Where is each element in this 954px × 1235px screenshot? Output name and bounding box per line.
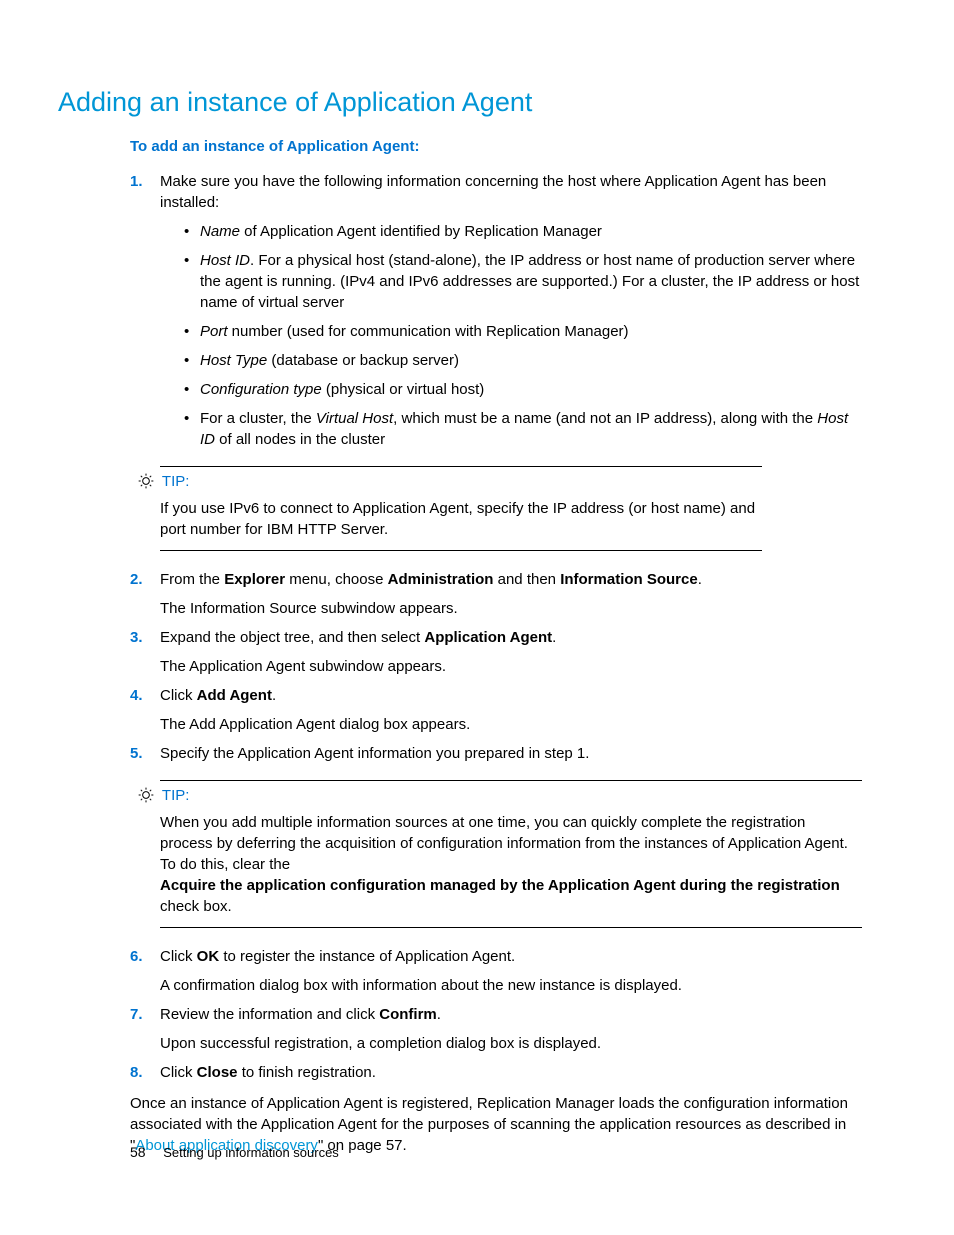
sub-item: Host ID. For a physical host (stand-alon… — [184, 250, 862, 313]
sub-item: Port number (used for communication with… — [184, 321, 862, 342]
step-number: 2. — [130, 569, 143, 590]
tip-rule-top — [160, 780, 862, 781]
desc: (database or backup server) — [267, 352, 459, 369]
step-1: 1. Make sure you have the following info… — [130, 171, 862, 450]
step-text: Make sure you have the following informa… — [160, 171, 862, 213]
mid: , which must be a name (and not an IP ad… — [393, 410, 817, 427]
step-text: Review the information and click Confirm… — [160, 1004, 862, 1025]
step-number: 8. — [130, 1062, 143, 1083]
tip-block-1: TIP: If you use IPv6 to connect to Appli… — [138, 466, 762, 551]
step-number: 6. — [130, 946, 143, 967]
step-4: 4. Click Add Agent. The Add Application … — [130, 685, 862, 735]
page-footer: 58 Setting up information sources — [130, 1143, 339, 1163]
main-ordered-list-cont: 2. From the Explorer menu, choose Admini… — [130, 569, 862, 764]
step-text: Click Close to finish registration. — [160, 1062, 862, 1083]
page-title: Adding an instance of Application Agent — [58, 84, 896, 122]
step-number: 4. — [130, 685, 143, 706]
tip-rule-bottom — [160, 927, 862, 928]
tip-heading: TIP: — [138, 785, 862, 806]
step-text: From the Explorer menu, choose Administr… — [160, 569, 862, 590]
step-3: 3. Expand the object tree, and then sele… — [130, 627, 862, 677]
desc: . For a physical host (stand-alone), the… — [200, 252, 859, 311]
step-sub: The Application Agent subwindow appears. — [160, 656, 862, 677]
post: of all nodes in the cluster — [215, 431, 385, 448]
step-7: 7. Review the information and click Conf… — [130, 1004, 862, 1054]
step-number: 1. — [130, 171, 143, 192]
term: Configuration type — [200, 381, 322, 398]
tip-heading: TIP: — [138, 471, 762, 492]
tip-label: TIP: — [162, 473, 190, 490]
desc: number (used for communication with Repl… — [228, 323, 629, 340]
lightbulb-icon — [138, 787, 154, 803]
pre: For a cluster, the — [200, 410, 316, 427]
intro-line: To add an instance of Application Agent: — [130, 136, 862, 157]
tip-block-2: TIP: When you add multiple information s… — [138, 780, 862, 928]
document-page: Adding an instance of Application Agent … — [0, 0, 954, 1235]
content-body: To add an instance of Application Agent:… — [130, 136, 862, 1156]
tip-body: When you add multiple information source… — [160, 812, 862, 917]
footer-section: Setting up information sources — [163, 1145, 339, 1160]
lightbulb-icon — [138, 473, 154, 489]
sub-item: Host Type (database or backup server) — [184, 350, 862, 371]
term: Name — [200, 223, 240, 240]
step-8: 8. Click Close to finish registration. — [130, 1062, 862, 1083]
step-5: 5. Specify the Application Agent informa… — [130, 743, 862, 764]
step-text: Specify the Application Agent informatio… — [160, 743, 862, 764]
main-ordered-list: 1. Make sure you have the following info… — [130, 171, 862, 450]
term: Port — [200, 323, 228, 340]
sub-item: Configuration type (physical or virtual … — [184, 379, 862, 400]
sub-bullet-list: Name of Application Agent identified by … — [160, 221, 862, 450]
desc: (physical or virtual host) — [322, 381, 485, 398]
step-number: 5. — [130, 743, 143, 764]
tip-rule-bottom — [160, 550, 762, 551]
step-6: 6. Click OK to register the instance of … — [130, 946, 862, 996]
term: Host ID — [200, 252, 250, 269]
step-number: 3. — [130, 627, 143, 648]
sub-item: For a cluster, the Virtual Host, which m… — [184, 408, 862, 450]
tip-body: If you use IPv6 to connect to Applicatio… — [160, 498, 762, 540]
step-number: 7. — [130, 1004, 143, 1025]
sub-item: Name of Application Agent identified by … — [184, 221, 862, 242]
tip-label: TIP: — [162, 787, 190, 804]
step-text: Expand the object tree, and then select … — [160, 627, 862, 648]
step-text: Click OK to register the instance of App… — [160, 946, 862, 967]
step-2: 2. From the Explorer menu, choose Admini… — [130, 569, 862, 619]
step-sub: The Add Application Agent dialog box app… — [160, 714, 862, 735]
step-sub: The Information Source subwindow appears… — [160, 598, 862, 619]
page-number: 58 — [130, 1144, 146, 1160]
step-text: Click Add Agent. — [160, 685, 862, 706]
step-sub: Upon successful registration, a completi… — [160, 1033, 862, 1054]
main-ordered-list-cont2: 6. Click OK to register the instance of … — [130, 946, 862, 1083]
desc: of Application Agent identified by Repli… — [240, 223, 602, 240]
term: Host Type — [200, 352, 267, 369]
tip-rule-top — [160, 466, 762, 467]
term: Virtual Host — [316, 410, 393, 427]
step-sub: A confirmation dialog box with informati… — [160, 975, 862, 996]
